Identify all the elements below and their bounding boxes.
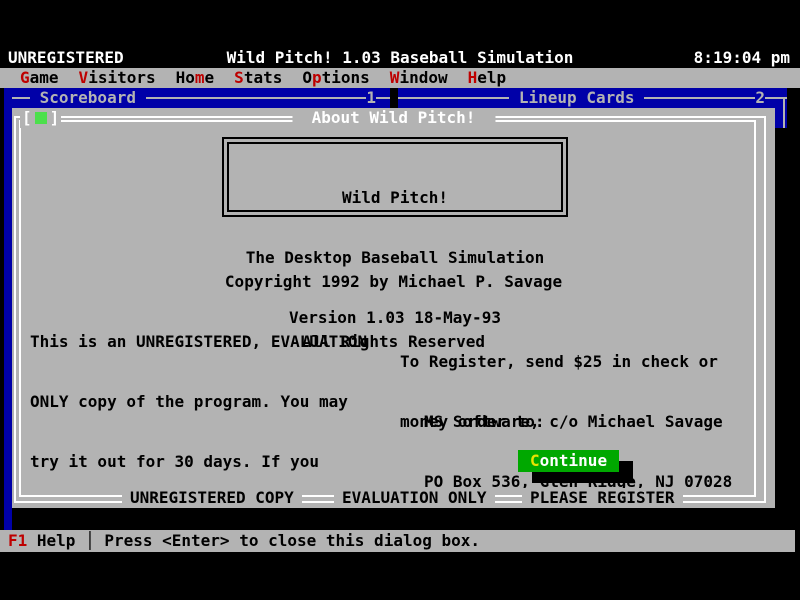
status-divider: │ [85, 531, 95, 551]
menu-bar: Game Visitors Home Stats Options Window … [0, 68, 800, 88]
close-icon [35, 112, 47, 124]
scoreboard-window-title: Scoreboard [30, 88, 146, 108]
menu-visitors[interactable]: Visitors [79, 68, 156, 88]
titlebar-line [398, 97, 509, 99]
footer-evaluation-only: EVALUATION ONLY [334, 488, 495, 508]
titlebar-line [644, 97, 755, 99]
continue-button[interactable]: Continue [518, 450, 619, 472]
menu-options[interactable]: Options [302, 68, 369, 88]
titlebar-line [146, 97, 367, 99]
program-name: Wild Pitch! [229, 188, 561, 208]
dialog-title: About Wild Pitch! [292, 108, 495, 128]
menu-game[interactable]: Game [20, 68, 59, 88]
scoreboard-window-titlebar[interactable]: Scoreboard 1 [4, 88, 390, 108]
evaluation-notice: This is an UNREGISTERED, EVALUATION ONLY… [30, 292, 367, 600]
status-bar: F1 Help │ Press <Enter> to close this di… [0, 530, 795, 552]
lineup-cards-window-number: 2 [755, 88, 765, 108]
scoreboard-window-edge [4, 88, 12, 530]
screen-title-bar: UNREGISTERED Wild Pitch! 1.03 Baseball S… [0, 48, 800, 68]
f1-help-shortcut[interactable]: F1 [8, 531, 27, 551]
program-info-box: Wild Pitch! The Desktop Baseball Simulat… [222, 137, 568, 217]
app-title: Wild Pitch! 1.03 Baseball Simulation [0, 48, 800, 68]
menu-stats[interactable]: Stats [234, 68, 282, 88]
f1-help-label[interactable]: Help [27, 531, 85, 551]
scoreboard-window-number: 1 [366, 88, 376, 108]
menu-window[interactable]: Window [390, 68, 448, 88]
about-dialog: [] About Wild Pitch! Wild Pitch! The Des… [12, 108, 775, 508]
footer-unregistered-copy: UNREGISTERED COPY [122, 488, 302, 508]
lineup-cards-window-titlebar[interactable]: Lineup Cards 2 [398, 88, 787, 108]
status-message: Press <Enter> to close this dialog box. [95, 531, 480, 551]
titlebar-line [376, 97, 390, 99]
footer-please-register: PLEASE REGISTER [522, 488, 683, 508]
menu-help[interactable]: Help [468, 68, 507, 88]
close-button[interactable]: [] [20, 108, 61, 128]
lineup-cards-window-title: Lineup Cards [509, 88, 644, 108]
clock: 8:19:04 pm [694, 48, 790, 68]
program-info-text: Wild Pitch! The Desktop Baseball Simulat… [227, 142, 563, 212]
menu-home[interactable]: Home [176, 68, 215, 88]
